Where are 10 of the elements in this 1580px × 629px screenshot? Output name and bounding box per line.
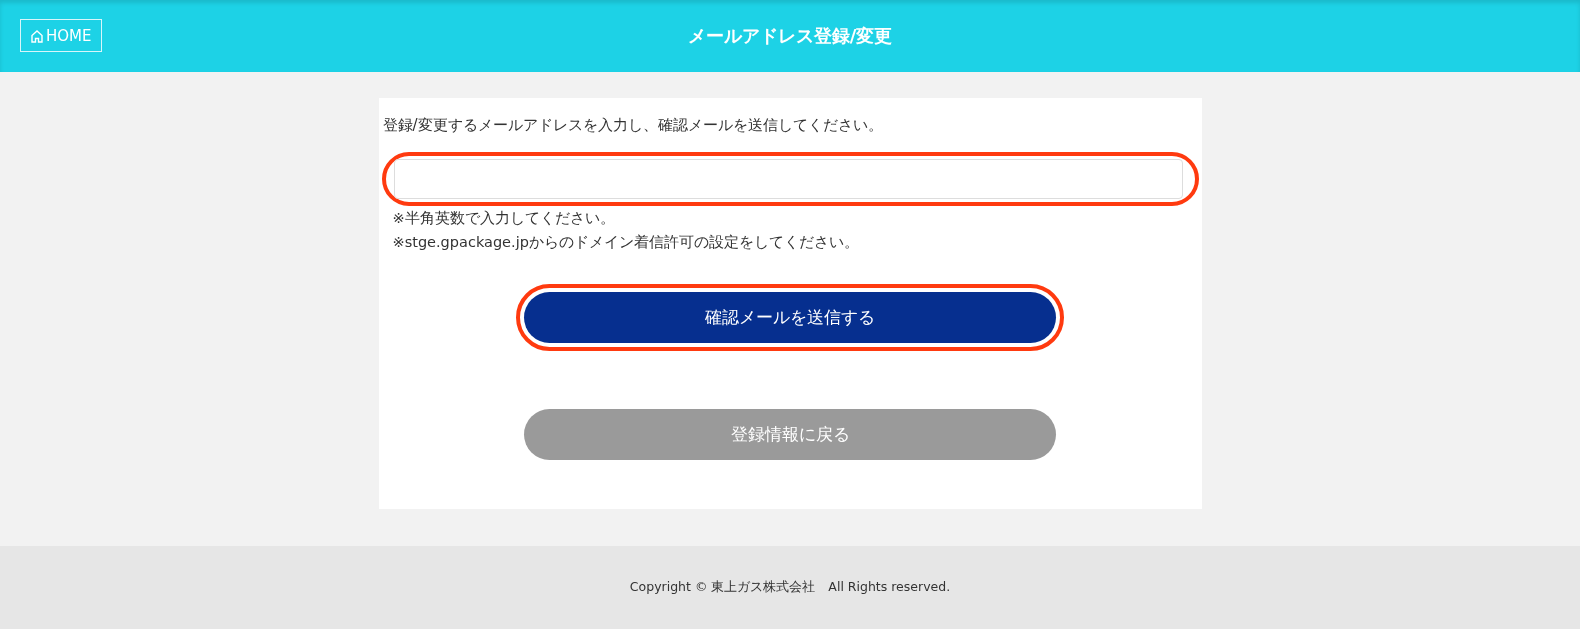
email-field[interactable] (393, 159, 1183, 199)
send-button[interactable]: 確認メールを送信する (524, 292, 1056, 343)
note-text: ※半角英数で入力してください。 (392, 209, 616, 228)
home-button[interactable]: HOME (20, 19, 102, 52)
copyright-text: Copyright © 東上ガス株式会社 All Rights reserved. (629, 579, 951, 596)
note-text: ※stge.gpackage.jpからのドメイン着信許可の設定をしてください。 (392, 233, 860, 252)
page-title: メールアドレス登録/変更 (687, 24, 893, 48)
instruction-text: 登録/変更するメールアドレスを入力し、確認メールを送信してください。 (382, 116, 884, 135)
back-button[interactable]: 登録情報に戻る (524, 409, 1056, 460)
home-icon (30, 28, 44, 43)
